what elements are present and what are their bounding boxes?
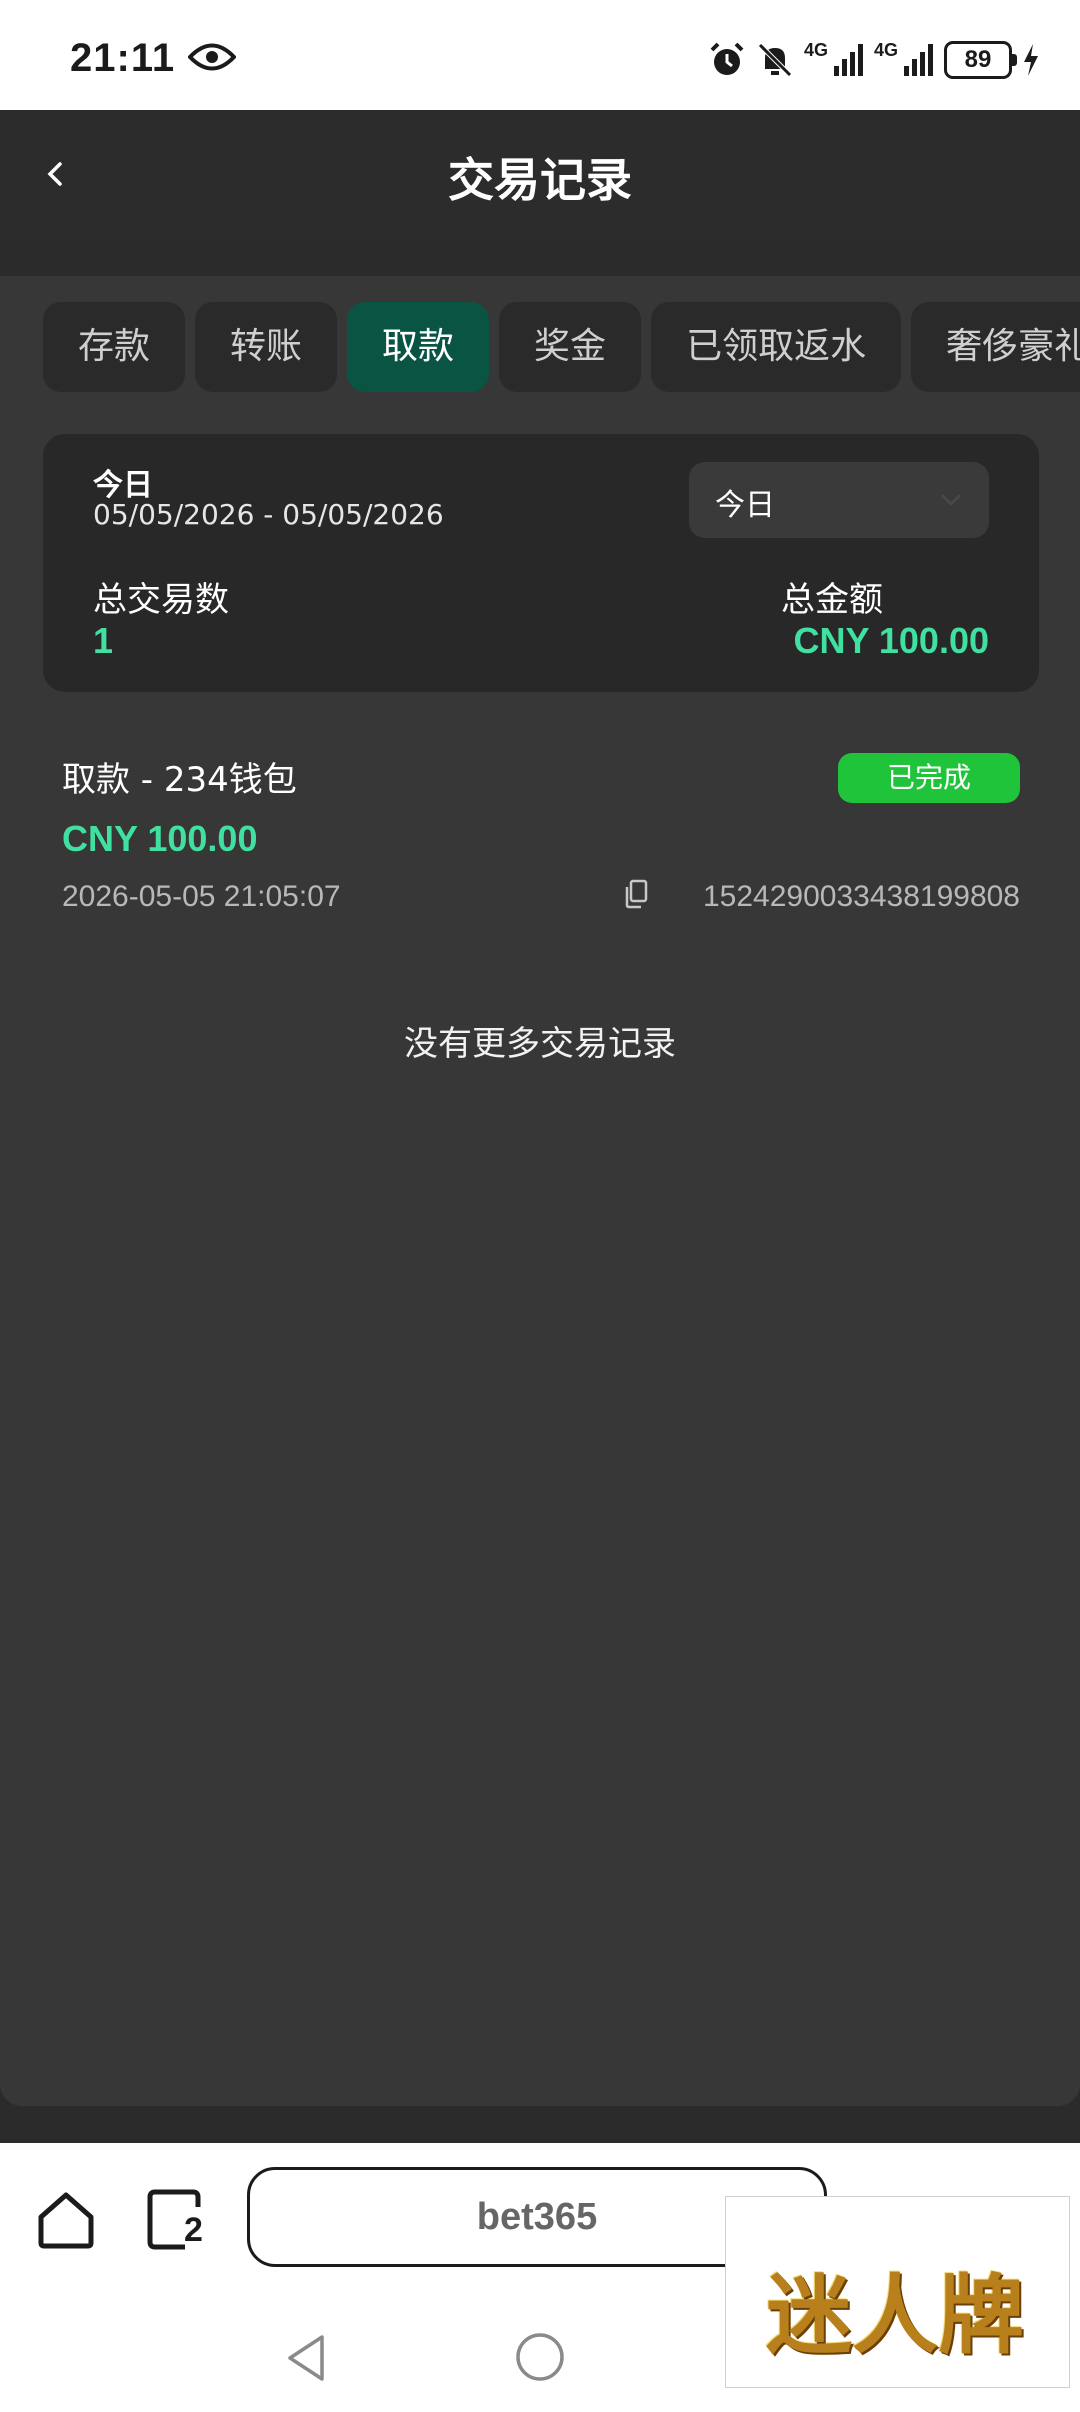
status-badge: 已完成 <box>838 753 1020 803</box>
date-range-select-value: 今日 <box>715 488 775 523</box>
alarm-icon <box>710 42 744 75</box>
total-count-value: 1 <box>93 620 114 661</box>
tab-transfer[interactable]: 转账 <box>195 302 338 392</box>
tab-rebate[interactable]: 已领取返水 <box>651 302 902 392</box>
tab-count: 2 <box>184 2211 203 2249</box>
transaction-amount: CNY 100.00 <box>62 818 258 859</box>
tab-luxury-gifts[interactable]: 奢侈豪礼 <box>911 302 1080 392</box>
mute-bell-icon <box>758 43 792 77</box>
transaction-time: 2026-05-05 21:05:07 <box>62 880 341 913</box>
watermark-text: 迷人牌 <box>766 2265 1024 2366</box>
tab-bonus[interactable]: 奖金 <box>499 302 642 392</box>
charging-icon <box>1024 44 1038 76</box>
total-amount-value: CNY 100.00 <box>793 620 989 661</box>
total-amount-label: 总金额 <box>781 580 883 620</box>
no-more-records: 没有更多交易记录 <box>404 1024 676 1064</box>
signal-icon <box>833 44 863 76</box>
app-header: 交易记录 <box>0 110 1080 238</box>
total-count-label: 总交易数 <box>93 580 229 620</box>
date-range-select[interactable]: 今日 <box>689 462 989 538</box>
page-title: 交易记录 <box>448 153 632 207</box>
status-time: 21:11 <box>70 36 176 80</box>
battery-icon: 89 <box>944 41 1017 79</box>
summary-card: 今日 05/05/2026 - 05/05/2026 今日 总交易数 1 总金额… <box>43 434 1039 692</box>
signal-icon-2 <box>904 44 933 76</box>
network-type-1: 4G <box>803 39 828 60</box>
summary-date-range: 05/05/2026 - 05/05/2026 <box>93 498 444 531</box>
transaction-item[interactable]: 取款 - 234钱包 已完成 CNY 100.00 2026-05-05 21:… <box>0 740 1080 940</box>
chevron-down-icon <box>941 494 961 506</box>
copy-icon[interactable] <box>622 878 650 910</box>
nav-home-icon[interactable] <box>514 2331 566 2383</box>
home-icon[interactable] <box>35 2189 97 2251</box>
network-type-2: 4G <box>873 39 898 60</box>
eye-icon <box>188 43 236 71</box>
transaction-title: 取款 - 234钱包 <box>62 760 297 800</box>
status-bar: 21:11 4G 4G 89 <box>0 0 1080 110</box>
transaction-id: 1524290033438199808 <box>702 880 1020 913</box>
tab-withdraw[interactable]: 取款 <box>347 302 490 392</box>
watermark-logo: 迷人牌 <box>725 2196 1070 2388</box>
tab-deposit[interactable]: 存款 <box>43 302 186 392</box>
nav-back-icon[interactable] <box>284 2333 328 2383</box>
status-icons: 4G 4G 89 <box>708 36 1040 84</box>
category-tabs: 存款 转账 取款 奖金 已领取返水 奢侈豪礼 <box>43 302 1080 394</box>
